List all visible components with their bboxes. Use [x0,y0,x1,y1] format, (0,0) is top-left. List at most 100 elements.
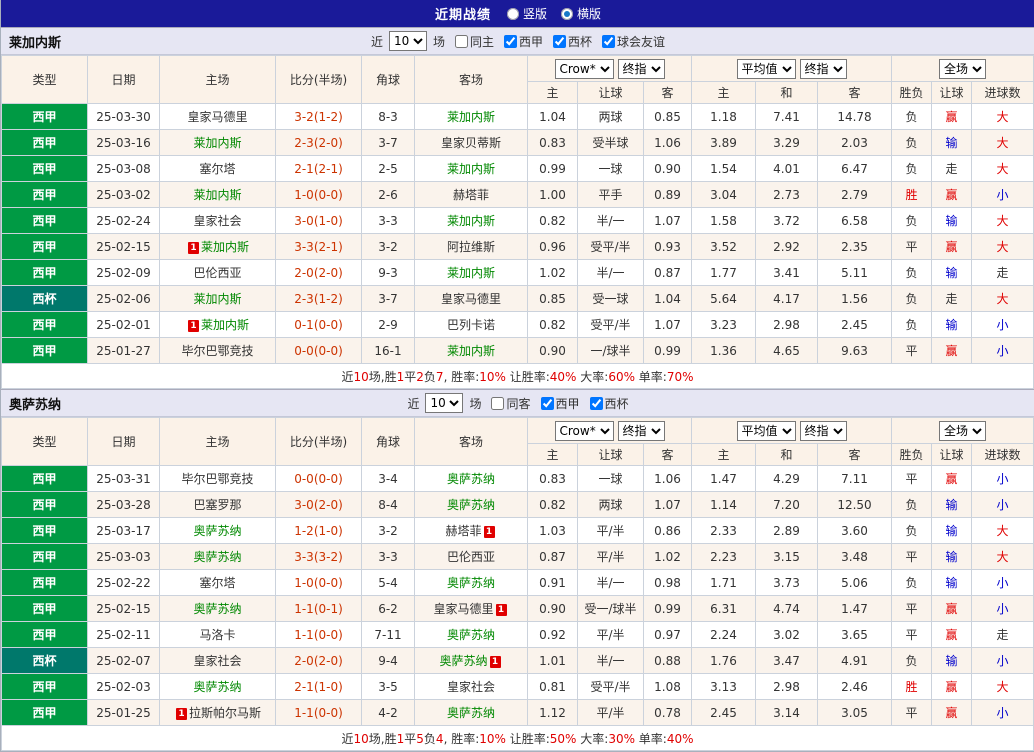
checkbox-input[interactable] [553,34,567,48]
europe-odds: 4.01 [755,155,818,182]
away-team: 赫塔菲 [414,181,528,208]
handicap-odds: 0.93 [643,233,692,260]
odds-filter-select[interactable]: 终指 [617,420,665,441]
europe-odds: 6.58 [817,207,892,234]
odds-filter-select[interactable]: 平均值 [736,58,796,79]
away-team: 皇家马德里 [414,285,528,312]
result-flag: 走 [971,259,1034,286]
odds-filter-select[interactable]: 全场 [939,58,986,79]
match-date: 25-02-11 [87,621,160,648]
match-row: 西甲 25-02-15 1 莱加内斯 3-3(2-1) 3-2 阿拉维斯 0.96 受平/半 0.… [1,233,1034,260]
handicap-odds: 1.06 [643,129,692,156]
europe-odds: 1.18 [691,103,756,130]
europe-odds: 3.65 [817,621,892,648]
result-flag: 输 [931,129,972,156]
fulltime-score: 0-1 [294,317,314,332]
checkbox-input[interactable] [454,34,468,48]
odds-source-selectors: 全场 [891,417,1034,444]
result-flag: 平 [891,337,932,364]
corners: 3-3 [361,543,415,570]
handicap-odds: 1.06 [643,465,692,492]
score-cell: 1-0(0-0) [275,569,362,596]
section-header: 莱加内斯 近 10 场 同主 西甲 西杯 球会友谊 [1,27,1034,55]
odds-filter-select[interactable]: 终指 [799,420,847,441]
team-label: 皇家马德里 [440,292,501,306]
result-flag: 输 [931,491,972,518]
handicap-odds: 0.85 [643,103,692,130]
odds-subcolumn-header: 让球 [931,443,972,466]
odds-subcolumn-header: 和 [755,443,818,466]
europe-odds: 3.15 [755,543,818,570]
column-header: 类型 [1,417,88,466]
result-flag: 赢 [931,337,972,364]
filter-checkbox[interactable]: 同主 [454,33,494,50]
match-date: 25-02-15 [87,595,160,622]
recent-count-select[interactable]: 10 [425,393,464,413]
odds-subcolumn-header: 让球 [577,443,644,466]
handicap-odds: 0.92 [527,621,578,648]
europe-odds: 3.14 [755,699,818,726]
result-flag: 胜 [891,181,932,208]
view-mode-radio[interactable]: 横版 [561,5,601,22]
halftime-score: (0-0) [313,575,343,590]
odds-subcolumn-header: 客 [817,81,892,104]
europe-odds: 4.29 [755,465,818,492]
league-badge: 西甲 [1,103,88,130]
europe-odds: 2.98 [755,673,818,700]
odds-subcolumn-header: 客 [643,81,692,104]
view-mode-radio[interactable]: 竖版 [506,5,547,22]
odds-filter-select[interactable]: 全场 [939,420,986,441]
halftime-score: (0-0) [313,471,343,486]
odds-filter-select[interactable]: 平均值 [736,420,796,441]
away-team: 莱加内斯 [414,103,528,130]
home-team: 1 莱加内斯 [159,233,276,260]
odds-filter-select[interactable]: Crow* [554,420,614,441]
checkbox-input[interactable] [540,396,554,410]
match-row: 西甲 25-02-24 皇家社会 3-0(1-0) 3-3 莱加内斯 0.82 半/一 1.07… [1,207,1034,234]
filter-checkbox[interactable]: 同客 [491,395,531,412]
checkbox-input[interactable] [504,34,517,48]
handicap-odds: 0.83 [527,465,578,492]
away-team: 奥萨苏纳 [414,465,528,492]
checkbox-input[interactable] [491,396,505,410]
column-header: 比分(半场) [275,417,362,466]
away-team: 阿拉维斯 [414,233,528,260]
europe-odds: 2.33 [691,517,756,544]
europe-odds: 3.73 [755,569,818,596]
result-flag: 输 [931,207,972,234]
team-label: 巴伦西亚 [446,550,495,564]
odds-subcolumn-header: 客 [817,443,892,466]
checkbox-input[interactable] [589,396,603,410]
result-flag: 小 [971,181,1034,208]
checkbox-input[interactable] [602,34,616,48]
handicap-odds: 0.88 [643,647,692,674]
halftime-score: (2-1) [313,161,343,176]
result-flag: 大 [971,233,1034,260]
filter-checkbox[interactable]: 西杯 [553,33,592,50]
halftime-score: (0-0) [313,343,343,358]
checkbox-label: 西甲 [555,396,580,411]
score-cell: 0-0(0-0) [275,337,362,364]
score-cell: 2-1(1-0) [275,673,362,700]
column-header: 日期 [87,55,160,104]
handicap-odds: 1.08 [643,673,692,700]
handicap-odds: 1.00 [527,181,578,208]
filter-checkbox[interactable]: 西甲 [540,395,580,412]
filter-checkbox[interactable]: 球会友谊 [602,33,665,50]
league-badge: 西甲 [1,465,88,492]
odds-filter-select[interactable]: Crow* [554,58,614,79]
filter-checkbox[interactable]: 西杯 [589,395,629,412]
odds-filter-select[interactable]: 终指 [799,58,847,79]
recent-count-select[interactable]: 10 [388,31,427,51]
odds-filter-select[interactable]: 终指 [617,58,665,79]
filter-checkbox[interactable]: 西甲 [504,33,543,50]
summary-segment: , 胜率: [443,369,480,384]
home-team: 皇家社会 [159,207,276,234]
results-table: 类型 日期 主场 比分(半场) 角球 客场 Crow* 终指 平均值 终指 全场主让球客主和客胜负让… [1,417,1034,751]
match-row: 西甲 25-03-16 莱加内斯 2-3(2-0) 3-7 皇家贝蒂斯 0.83 受半球 1.0… [1,129,1034,156]
europe-odds: 3.48 [817,543,892,570]
match-row: 西甲 25-03-17 奥萨苏纳 1-2(1-0) 3-2 赫塔菲 1 1.03 平/半 0.86… [1,517,1034,544]
result-flag: 负 [891,491,932,518]
home-team: 1 拉斯帕尔马斯 [159,699,276,726]
result-flag: 负 [891,259,932,286]
